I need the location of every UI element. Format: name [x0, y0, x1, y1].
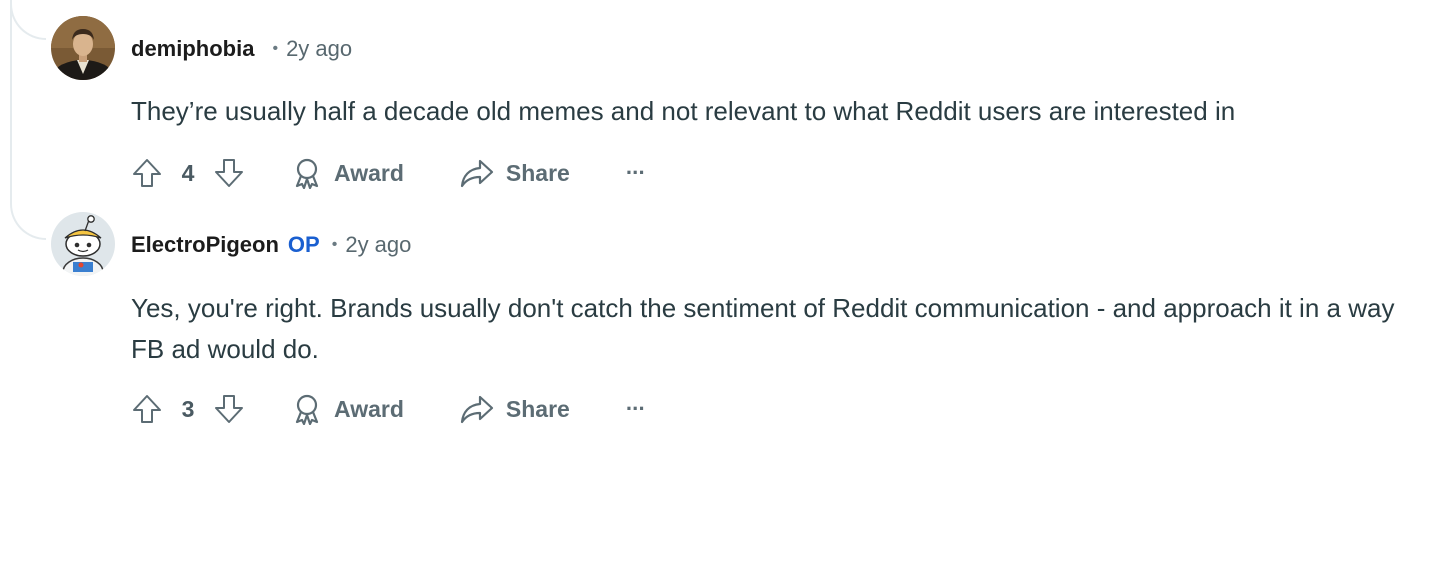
portrait-avatar-icon[interactable] [51, 16, 115, 80]
upvote-icon [133, 395, 161, 423]
award-icon [295, 394, 319, 425]
share-icon [460, 395, 493, 424]
more-options-button[interactable]: ··· [625, 396, 646, 422]
meta-separator: • [272, 40, 279, 57]
share-label: Share [505, 159, 570, 186]
thread-branch [10, 204, 46, 240]
upvote-button[interactable] [130, 156, 164, 190]
comment-actions: 3 Award Share ··· [130, 389, 646, 429]
thread-branch [10, 4, 46, 40]
upvote-icon [133, 159, 161, 187]
comment-timestamp[interactable]: 2y ago [345, 232, 411, 258]
op-badge: OP [287, 232, 320, 257]
share-icon [460, 159, 493, 188]
more-options-icon: ··· [625, 396, 646, 421]
downvote-button[interactable] [212, 392, 246, 426]
downvote-icon [215, 159, 243, 187]
comment-actions: 4 Award Share ··· [130, 153, 646, 193]
upvote-button[interactable] [130, 392, 164, 426]
share-label: Share [505, 395, 570, 422]
comment-author[interactable]: demiphobia [131, 36, 254, 62]
comment-author[interactable]: ElectroPigeon [131, 232, 279, 258]
comment-body: They’re usually half a decade old memes … [131, 96, 1236, 126]
comment-timestamp[interactable]: 2y ago [286, 36, 352, 62]
meta-separator: • [331, 236, 338, 253]
award-icon [295, 158, 319, 189]
downvote-button[interactable] [212, 156, 246, 190]
downvote-icon [215, 395, 243, 423]
share-button[interactable]: Share [460, 394, 570, 424]
share-button[interactable]: Share [460, 158, 570, 188]
award-label: Award [334, 395, 404, 422]
thread-line[interactable] [10, 0, 12, 204]
snoo-avatar-icon[interactable] [51, 212, 115, 276]
more-options-button[interactable]: ··· [625, 160, 646, 186]
more-options-icon: ··· [625, 160, 646, 185]
award-label: Award [334, 159, 404, 186]
vote-count: 3 [181, 395, 195, 422]
award-button[interactable]: Award [292, 157, 404, 189]
vote-count: 4 [181, 159, 195, 186]
award-button[interactable]: Award [292, 393, 404, 425]
comment-body: Yes, you're right. Brands usually don't … [131, 293, 1395, 364]
